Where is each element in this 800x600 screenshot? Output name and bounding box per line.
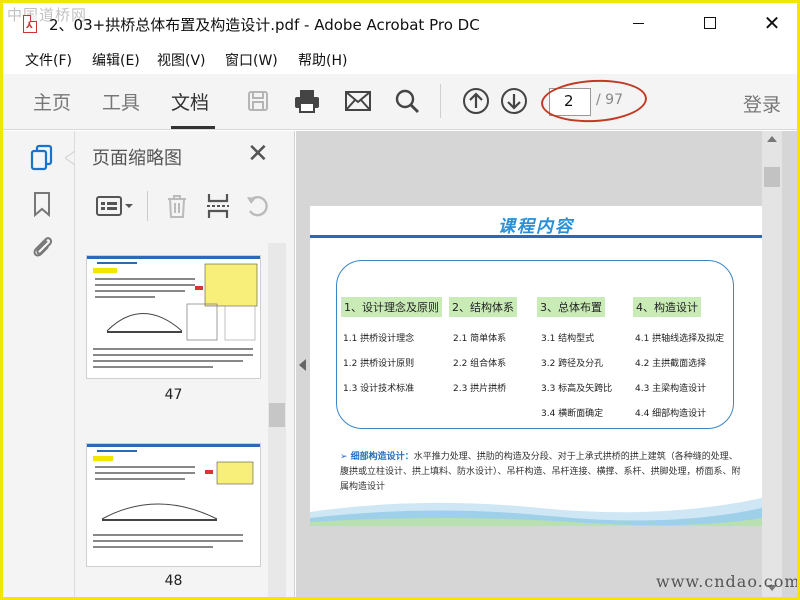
outline-item: 4.1 拱轴线选择及拟定 [635, 334, 725, 344]
heading-rule [310, 235, 762, 238]
menu-file[interactable]: 文件(F) [25, 50, 72, 70]
tool-separator [147, 191, 148, 221]
thumbnail-options-icon[interactable] [93, 191, 135, 221]
outline-item: 4.4 细部构造设计 [635, 409, 707, 419]
menu-bar: 文件(F) 编辑(E) 视图(V) 窗口(W) 帮助(H) [3, 46, 797, 72]
outline-item: 3.4 横断面确定 [541, 409, 604, 419]
page-heading: 课程内容 [498, 217, 574, 237]
close-panel-button[interactable]: ✕ [247, 139, 269, 169]
save-icon[interactable] [243, 86, 273, 116]
outline-item: 1.2 拱桥设计原则 [343, 359, 415, 369]
login-button[interactable]: 登录 [743, 90, 781, 117]
pdf-page: 课程内容 1、设计理念及原则 1.1 拱桥设计理念 1.2 拱桥设计原则 1.3… [310, 206, 762, 526]
thumbnail-page[interactable] [86, 443, 261, 567]
decorative-wave [310, 498, 762, 526]
outline-item: 2.3 拱片拱桥 [453, 384, 507, 394]
tab-tools[interactable]: 工具 [102, 88, 140, 115]
window-title: 2、03+拱桥总体布置及构造设计.pdf - Adobe Acrobat Pro… [49, 16, 480, 34]
title-bar: 中国道桥网 ⅄ 2、03+拱桥总体布置及构造设计.pdf - Adobe Acr… [3, 3, 797, 43]
close-icon: ✕ [763, 11, 781, 35]
menu-window[interactable]: 窗口(W) [225, 50, 278, 70]
tab-home[interactable]: 主页 [33, 88, 71, 115]
thumbnail-preview [87, 256, 260, 368]
outline-item: 2.2 组合体系 [453, 359, 507, 369]
scrollbar-thumb[interactable] [764, 167, 780, 187]
thumbnail-toolbar [85, 189, 285, 225]
note-lead: ➢ 细部构造设计： [340, 452, 414, 462]
menu-view[interactable]: 视图(V) [157, 50, 206, 70]
email-icon[interactable] [343, 86, 373, 116]
print-icon[interactable] [292, 86, 322, 116]
outline-item: 1.1 拱桥设计理念 [343, 334, 415, 344]
outline-item: 3.1 结构型式 [541, 334, 595, 344]
panel-title: 页面缩略图 [92, 148, 182, 169]
document-view: 课程内容 1、设计理念及原则 1.1 拱桥设计理念 1.2 拱桥设计原则 1.3… [296, 131, 797, 597]
search-icon[interactable] [392, 86, 422, 116]
category-label: 1、设计理念及原则 [341, 297, 442, 317]
annotation-oval [539, 77, 649, 125]
page-header: 课程内容 [310, 206, 762, 238]
maximize-button[interactable] [687, 9, 733, 37]
pdf-file-icon: ⅄ [23, 15, 37, 33]
maximize-icon [704, 17, 716, 29]
page-down-icon[interactable] [499, 86, 529, 116]
thumbnail-page[interactable] [86, 255, 261, 379]
active-panel-pointer [65, 151, 75, 165]
minimize-button[interactable] [615, 9, 661, 37]
tab-document[interactable]: 文档 [171, 88, 209, 115]
toolbar-separator [440, 84, 441, 118]
main-toolbar: 主页 工具 文档 2 / 97 登录 [3, 74, 797, 130]
document-scrollbar[interactable] [762, 131, 782, 597]
navigation-rail [3, 131, 75, 597]
outline-item: 2.1 简单体系 [453, 334, 507, 344]
category-label: 3、总体布置 [537, 297, 605, 317]
category-label: 2、结构体系 [449, 297, 517, 317]
thumbnail-page-number: 47 [164, 387, 183, 403]
outline-item: 4.3 主梁构造设计 [635, 384, 707, 394]
thumbnails-scrollbar[interactable] [268, 243, 286, 597]
page-thumbnails-icon[interactable] [29, 143, 55, 173]
bookmark-icon[interactable] [29, 189, 55, 219]
outline-item: 1.3 设计技术标准 [343, 384, 415, 394]
delete-page-icon[interactable] [162, 191, 192, 221]
page-up-icon[interactable] [461, 86, 491, 116]
thumbnail-page-number: 48 [164, 573, 183, 589]
outline-item: 3.3 标高及矢跨比 [541, 384, 613, 394]
menu-edit[interactable]: 编辑(E) [92, 50, 140, 70]
active-tab-indicator [171, 126, 215, 129]
course-outline-box: 1、设计理念及原则 1.1 拱桥设计理念 1.2 拱桥设计原则 1.3 设计技术… [336, 260, 734, 429]
insert-page-icon[interactable] [203, 191, 233, 221]
minimize-icon [632, 22, 644, 24]
site-watermark: www.cndao.com [656, 572, 800, 591]
close-window-button[interactable]: ✕ [749, 9, 795, 37]
outline-item: 4.2 主拱截面选择 [635, 359, 707, 369]
collapse-left-panel-icon[interactable] [299, 359, 306, 371]
scrollbar-thumb[interactable] [269, 403, 285, 427]
rotate-page-icon[interactable] [243, 191, 273, 221]
attachment-icon[interactable] [29, 231, 55, 261]
category-label: 4、构造设计 [633, 297, 701, 317]
menu-help[interactable]: 帮助(H) [298, 50, 347, 70]
outline-item: 3.2 跨径及分孔 [541, 359, 604, 369]
thumbnail-preview [87, 444, 260, 548]
page-thumbnails-panel: 页面缩略图 ✕ 47 48 [75, 131, 295, 597]
scroll-up-icon[interactable] [767, 136, 777, 142]
